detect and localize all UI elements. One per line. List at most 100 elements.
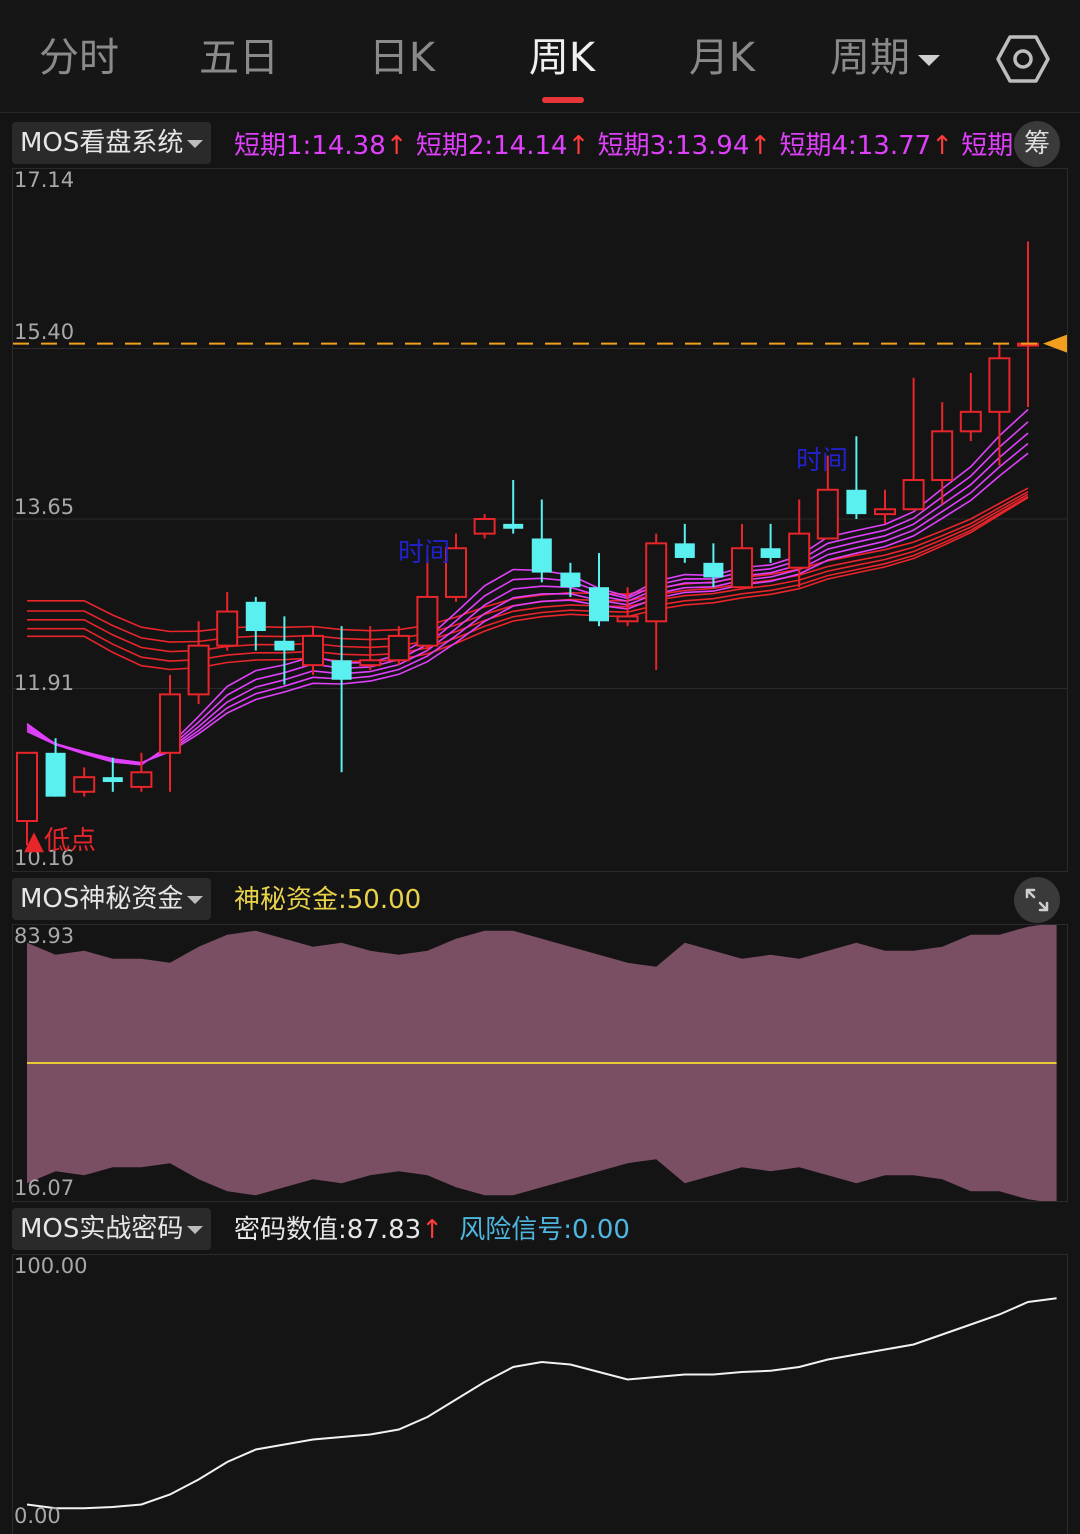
- candle-body-13: [387, 634, 410, 662]
- candle-body-1: [45, 752, 66, 797]
- candle-body-16: [473, 518, 496, 535]
- axis-label-4: 11.91: [14, 671, 75, 695]
- tab-weekly-k[interactable]: 周K: [512, 30, 612, 86]
- candle-body-23: [674, 543, 695, 558]
- candle-body-19: [560, 572, 581, 588]
- mystery-indicator-label: MOS神秘资金: [20, 884, 184, 914]
- candle-body-0: [16, 751, 38, 823]
- settings-button[interactable]: [996, 32, 1050, 86]
- code-axis-top: 100.00: [14, 1254, 88, 1278]
- tab-period-dropdown[interactable]: 周期: [820, 30, 950, 86]
- candle-body-33: [959, 410, 982, 433]
- dropdown-triangle-icon: [187, 1225, 204, 1234]
- up-arrow-icon: ↑: [385, 131, 408, 161]
- candle-body-6: [187, 644, 210, 696]
- code-value-line: [26, 1297, 1057, 1510]
- code-label: 密码数值:: [234, 1215, 347, 1245]
- tab-daily-k[interactable]: 日K: [352, 30, 452, 86]
- candle-body-4: [130, 771, 153, 788]
- candle-body-21: [616, 615, 639, 623]
- chip-distribution-button[interactable]: 筹: [1014, 121, 1060, 167]
- candle-body-34: [988, 357, 1011, 413]
- tab-monthly-k[interactable]: 月K: [672, 30, 772, 86]
- expand-button[interactable]: [1014, 877, 1060, 923]
- mystery-fund-readout: 神秘资金:50.00: [234, 880, 421, 920]
- main-indicator-select[interactable]: MOS看盘系统: [12, 122, 212, 164]
- mystery-axis-top: 83.93: [14, 924, 75, 948]
- candle-body-8: [245, 601, 266, 632]
- mystery-fund-label: 神秘资金:: [234, 885, 347, 915]
- mystery-fund-value: 50.00: [346, 885, 422, 915]
- candle-body-28: [816, 488, 839, 540]
- candle-body-14: [416, 595, 439, 647]
- candle-body-12: [359, 659, 382, 667]
- dropdown-triangle-icon: [187, 895, 204, 904]
- mystery-indicator-select[interactable]: MOS神秘资金: [12, 878, 212, 920]
- code-line-canvas: [26, 1297, 1057, 1510]
- candle-body-5: [159, 693, 181, 754]
- code-plot[interactable]: [12, 1254, 1068, 1534]
- candle-body-24: [703, 562, 724, 578]
- mystery-axis-bottom: 16.07: [14, 1176, 75, 1200]
- candle-body-25: [731, 547, 753, 589]
- up-arrow-icon: ↑: [567, 131, 590, 161]
- long-ma-line-3: [27, 493, 1029, 653]
- ma1-value: 14.38: [311, 131, 386, 161]
- axis-label-top: 17.14: [14, 168, 75, 192]
- ma1-label: 短期1:: [234, 131, 312, 161]
- gear-icon: [996, 35, 1050, 83]
- candle-body-30: [874, 508, 896, 516]
- chevron-down-icon: [918, 54, 940, 66]
- dropdown-triangle-icon: [187, 139, 204, 148]
- candle-body-7: [216, 610, 239, 647]
- ma4-value: 13.77: [856, 131, 932, 161]
- risk-label: 风险信号:: [459, 1215, 573, 1245]
- time-marker-2: 时间: [796, 446, 849, 476]
- candle-body-20: [589, 587, 609, 622]
- candle-body-27: [788, 532, 811, 569]
- candle-body-31: [902, 479, 925, 511]
- ma4-label: 短期4:: [779, 131, 857, 161]
- candle-body-11: [331, 660, 352, 680]
- candle-body-3: [102, 777, 123, 783]
- main-indicator-label: MOS看盘系统: [20, 128, 184, 158]
- candle-body-32: [931, 430, 954, 482]
- mystery-fund-plot[interactable]: [12, 924, 1068, 1202]
- time-marker-1: 时间: [398, 538, 451, 568]
- candle-body-29: [846, 489, 867, 515]
- mystery-fund-canvas: [27, 925, 1057, 1201]
- up-arrow-icon: ↑: [931, 131, 953, 161]
- low-point-marker: ▲低点: [24, 826, 96, 856]
- candle-body-9: [274, 640, 295, 651]
- ma5-label: 短期5: [961, 131, 1014, 161]
- ma3-label: 短期3:: [597, 131, 675, 161]
- kline-chart-canvas: [13, 241, 1067, 846]
- reference-price-pointer: [1043, 334, 1067, 353]
- axis-label-3: 13.65: [14, 495, 75, 519]
- tab-five-day[interactable]: 五日: [186, 30, 292, 86]
- long-ma-line-5: [27, 496, 1029, 671]
- code-indicator-select[interactable]: MOS实战密码: [12, 1208, 212, 1250]
- up-arrow-icon: ↑: [421, 1215, 443, 1245]
- candle-body-18: [531, 538, 552, 573]
- candle-body-22: [645, 542, 668, 623]
- code-axis-bottom: 0.00: [14, 1504, 61, 1528]
- expand-icon: [1025, 888, 1049, 912]
- tab-intraday[interactable]: 分时: [26, 30, 132, 86]
- period-tab-bar: 分时 五日 日K 周K 月K 周期: [0, 0, 1080, 113]
- ma2-value: 14.14: [493, 131, 568, 161]
- active-tab-indicator: [542, 97, 584, 103]
- candle-body-26: [760, 548, 781, 558]
- ma2-label: 短期2:: [415, 131, 494, 161]
- code-indicator-label: MOS实战密码: [20, 1214, 184, 1244]
- candle-body-2: [73, 776, 96, 793]
- kline-plot[interactable]: [12, 168, 1068, 872]
- risk-value: 0.00: [572, 1215, 630, 1245]
- candle-body-10: [302, 634, 324, 667]
- up-arrow-icon: ↑: [749, 131, 772, 161]
- code-value: 87.83: [346, 1215, 422, 1245]
- ma-values-row: 短期1:14.38↑ 短期2:14.14↑ 短期3:13.94↑ 短期4:13.…: [234, 126, 1014, 166]
- code-readout: 密码数值:87.83↑ 风险信号:0.00: [234, 1210, 630, 1250]
- axis-label-2: 15.40: [14, 320, 75, 344]
- tab-period-label: 周期: [830, 35, 910, 81]
